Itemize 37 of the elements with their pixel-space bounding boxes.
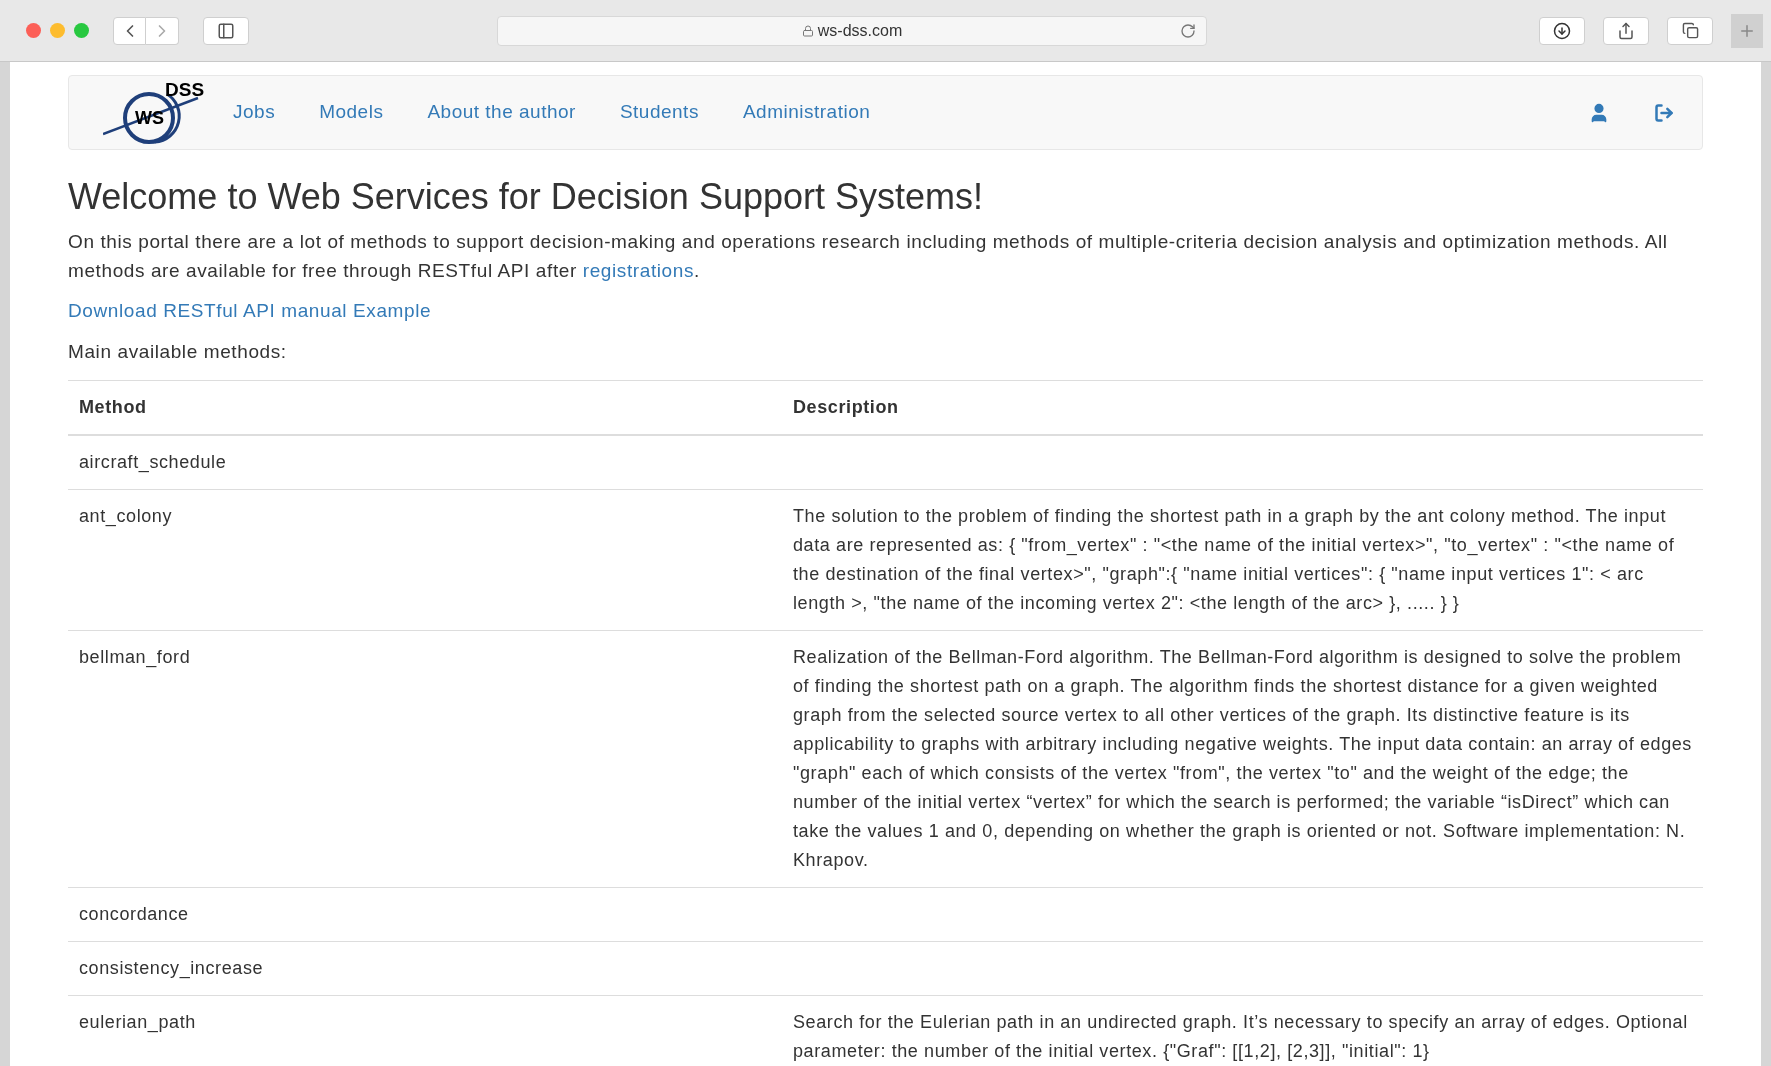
nav-link[interactable]: Jobs [233, 98, 276, 127]
sidebar-icon [217, 21, 235, 40]
sidebar-button[interactable] [203, 16, 249, 45]
download-link[interactable]: Download RESTful API manual Example [68, 297, 432, 326]
share-button[interactable] [1603, 16, 1649, 45]
method-description: Realization of the Bellman-Ford algorithm. The Bellman-Ford algorithm is designed to solve the problem of finding the shortest path on a graph. The algorithm finds the shortest distance for a given weighted graph from the selected source vertex to all other vertices of the graph. Its distinctive feature is its applicability to graphs with arbitrary including negative weights. The input data contain: an array of edges "graph" each of which consists of the vertex "from", the vertex "to" and the weight of the edge; the number of the initial vertex “vertex” for which the search is performed; the variable “isDirect” which can take the values 1 and 0, depending on whether the graph is oriented or not. Software implementation: N. Khrapov. [793, 647, 1692, 870]
nav-link[interactable]: Students [619, 98, 699, 127]
lock-icon [801, 24, 814, 37]
download-button[interactable] [1539, 16, 1585, 45]
method-name: eulerian_path [79, 1012, 196, 1032]
method-description: The solution to the problem of finding the shortest path in a graph by the ant colony method. The input data are represented as: { "from_vertex" : "<the name of the initial vertex>", "to_vertex" : "<the name of the destination of the final vertex>", "graph":{ "name initial vertices": { "name input vertices 1": < arc length >, "the name of the incoming vertex 2": <the length of the arc> }, ..... } } [793, 506, 1675, 613]
nav-link[interactable]: Administration [742, 98, 871, 127]
column-header: Description [782, 380, 1703, 435]
method-name: aircraft_schedule [79, 452, 227, 472]
reload-icon[interactable] [1180, 22, 1196, 39]
tabs-icon [1681, 22, 1699, 39]
method-name: bellman_ford [79, 647, 191, 667]
address-text: ws-dss.com [817, 20, 903, 41]
nav-link[interactable]: About the author [427, 98, 576, 127]
method-description: Search for the Eulerian path in an undirected graph. It’s necessary to specify an array of edges. Optional parameter: the number of the initial vertex. {"Graf": [[1,2], [2,3]], "initial": 1} [793, 1012, 1688, 1061]
column-header: Method [68, 380, 782, 435]
back-button[interactable] [113, 16, 146, 45]
methods-label: Main available methods: [68, 339, 288, 364]
logo-superscript: DSS [165, 79, 205, 99]
address-bar[interactable]: ws-dss.com [497, 15, 1207, 46]
registrations-link[interactable]: registrations [582, 260, 695, 281]
tabs-button[interactable] [1667, 16, 1713, 45]
method-name: ant_colony [79, 506, 173, 526]
download-icon [1553, 21, 1571, 40]
page-heading: Welcome to Web Services for Decision Support Systems! [68, 175, 984, 219]
share-icon [1617, 21, 1635, 40]
logout-icon[interactable] [1654, 102, 1674, 123]
method-name: consistency_increase [79, 958, 264, 978]
new-tab-button[interactable] [1731, 13, 1763, 48]
nav-link[interactable]: Models [319, 98, 384, 127]
intro-paragraph: On this portal there are a lot of methods to support decision-making and operations research including methods of multiple-criteria decision analysis and optimization methods. All methods are available for free through RESTful API after registrations. [68, 230, 1669, 283]
method-name: concordance [79, 904, 189, 924]
